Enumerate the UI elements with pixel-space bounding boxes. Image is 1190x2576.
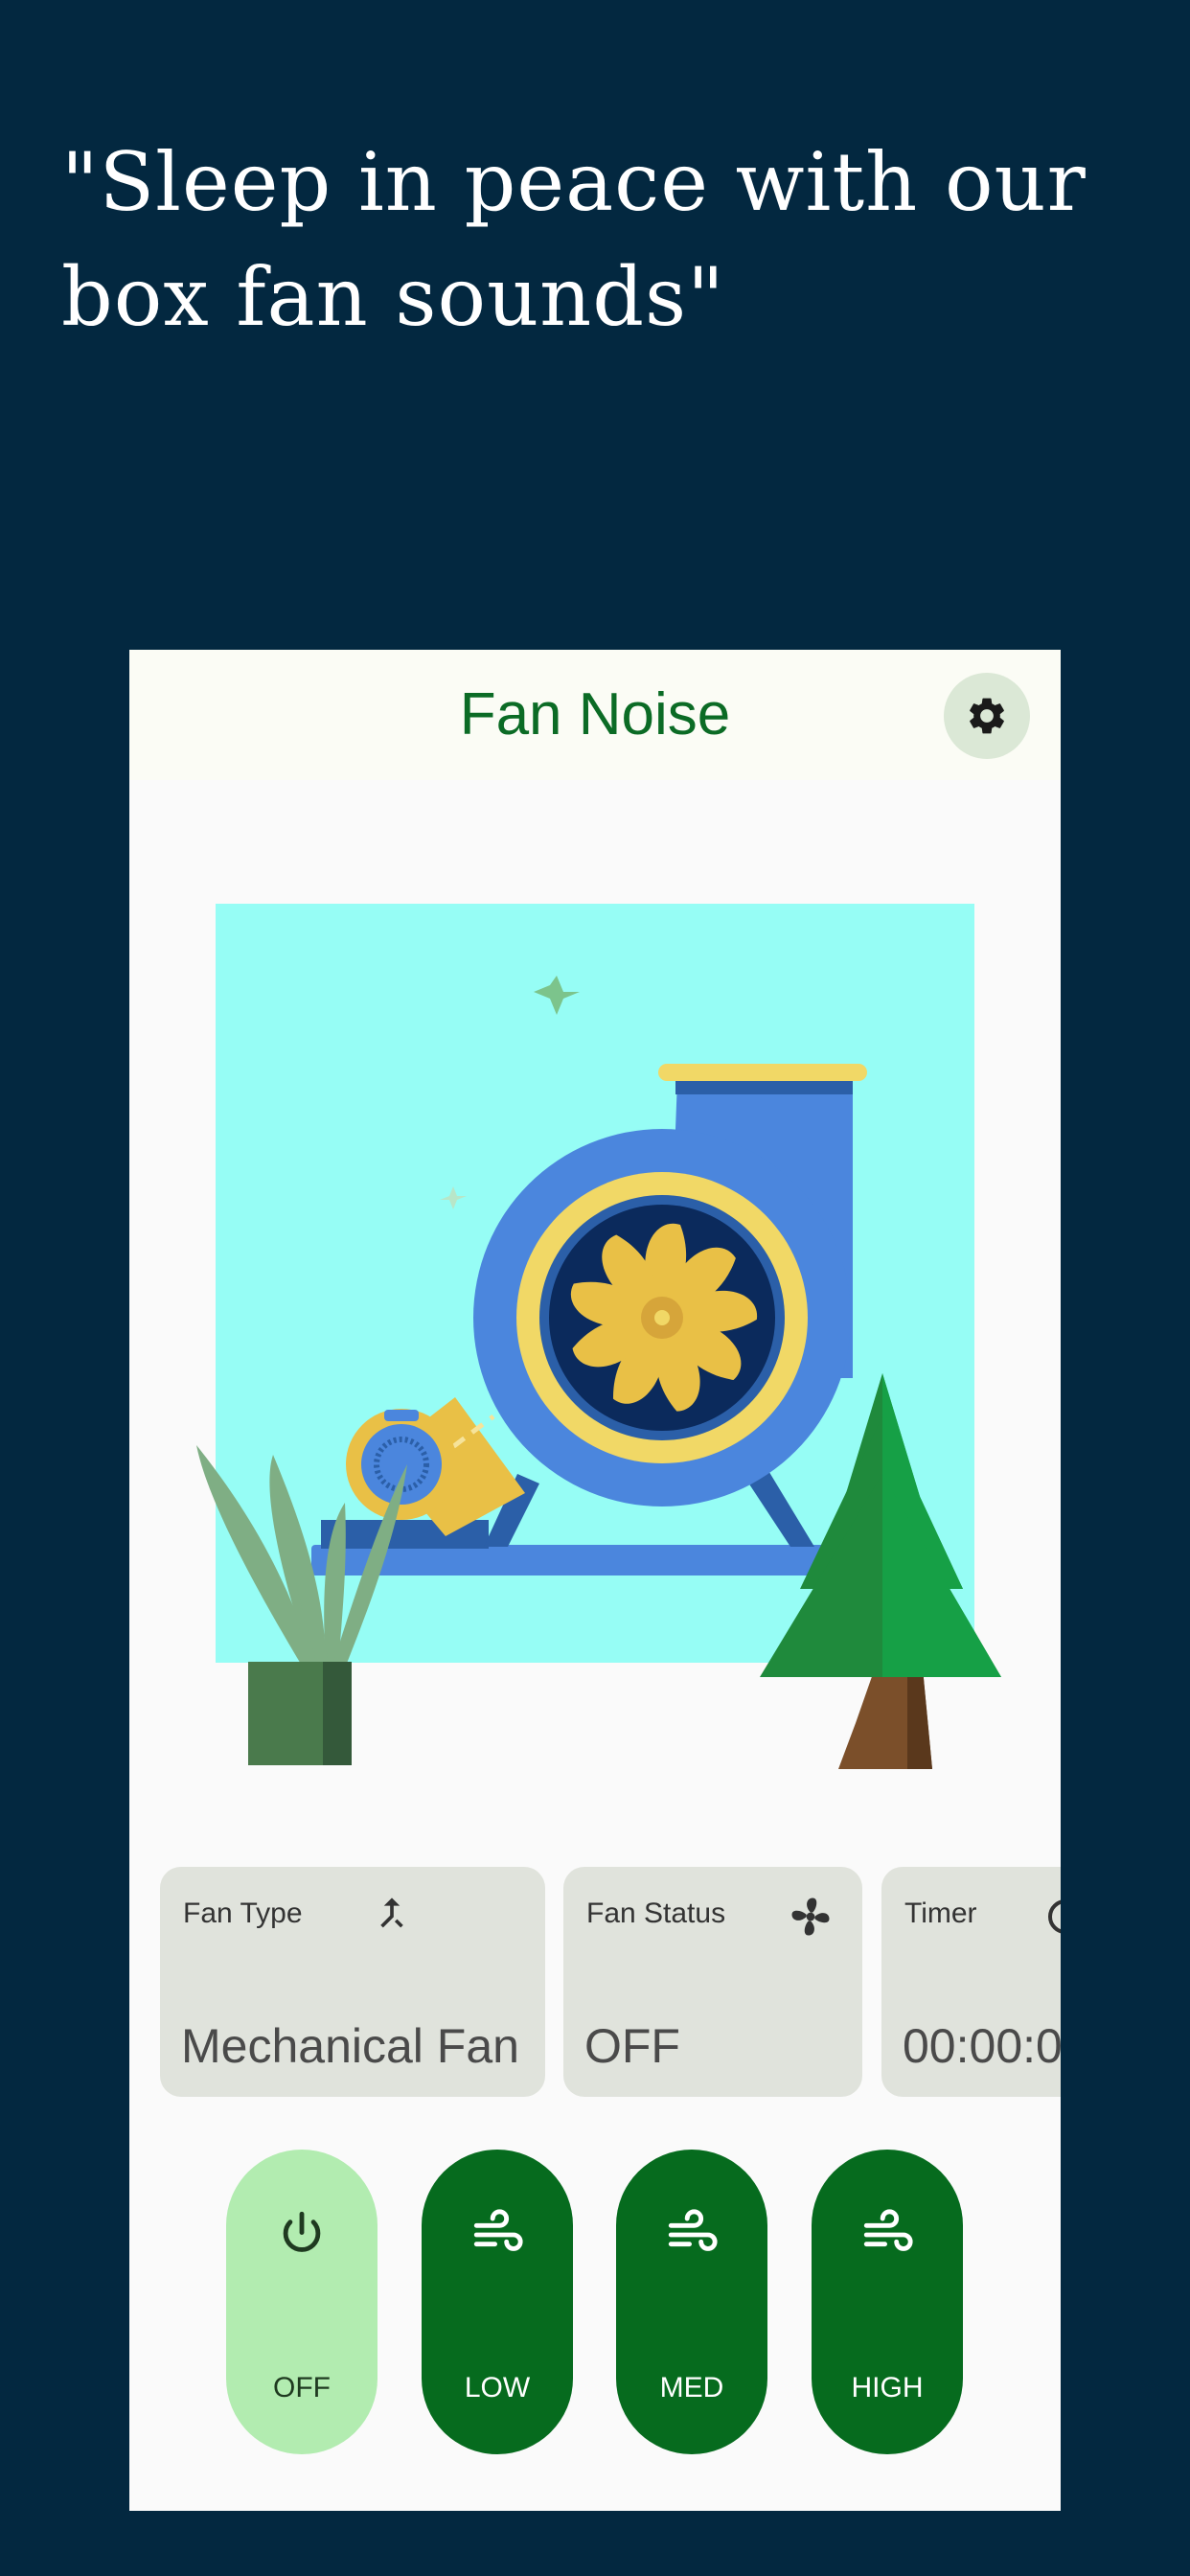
fan-icon: [791, 1898, 830, 1936]
fan-illustration: [196, 904, 1001, 1769]
app-screen: Fan Noise Fan Type Mechanical Fan Fan St…: [129, 650, 1061, 2511]
card-label: Fan Status: [586, 1898, 726, 1929]
med-button[interactable]: MED: [616, 2150, 767, 2454]
card-value: Mechanical Fan: [181, 2019, 519, 2073]
speed-label: LOW: [464, 2372, 531, 2404]
plant-pot-shadow: [323, 1662, 352, 1765]
merge-arrow-icon: [380, 1898, 403, 1928]
card-value: OFF: [584, 2019, 680, 2073]
speed-label: OFF: [273, 2372, 331, 2404]
fan-base: [311, 1545, 848, 1576]
fan-type-card[interactable]: Fan Type Mechanical Fan: [160, 1867, 545, 2097]
wind-icon: [668, 2209, 718, 2251]
card-value: 00:00:0: [903, 2019, 1061, 2073]
fan-hub-center: [654, 1310, 670, 1325]
promo-headline: "Sleep in peace with our box fan sounds": [61, 135, 1087, 344]
speed-label: MED: [659, 2372, 724, 2404]
wind-icon: [863, 2209, 913, 2251]
motor-cap: [384, 1410, 419, 1421]
fan-status-card[interactable]: Fan Status OFF: [563, 1867, 862, 2097]
outlet-rim: [658, 1064, 867, 1081]
low-button[interactable]: LOW: [422, 2150, 573, 2454]
card-label: Fan Type: [183, 1898, 303, 1929]
card-label: Timer: [904, 1898, 977, 1929]
timer-card[interactable]: Timer 00:00:0: [881, 1867, 1061, 2097]
outlet-shadow: [675, 1081, 853, 1094]
wind-icon: [473, 2209, 523, 2251]
speed-label: HIGH: [851, 2372, 924, 2404]
power-icon: [283, 2211, 321, 2252]
off-button[interactable]: OFF: [226, 2150, 378, 2454]
timer-icon: [1048, 1899, 1061, 1934]
high-button[interactable]: HIGH: [812, 2150, 963, 2454]
